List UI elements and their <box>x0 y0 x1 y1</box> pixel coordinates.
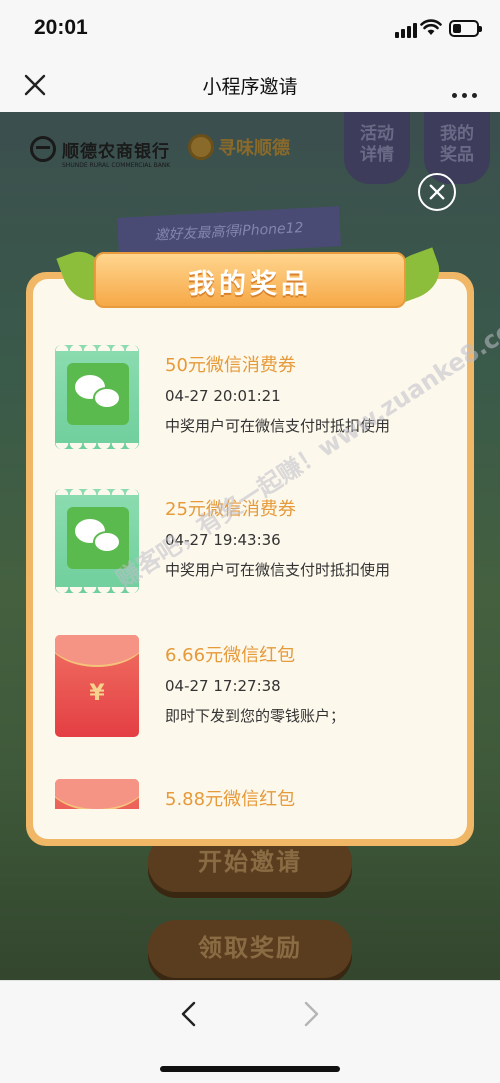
modal-header: 我的奖品 <box>56 244 447 310</box>
prize-item: 50元微信消费券 04-27 20:01:21 中奖用户可在微信支付时抵扣使用 <box>55 341 455 457</box>
wifi-icon <box>420 19 442 35</box>
modal-title: 我的奖品 <box>188 269 312 300</box>
forward-icon[interactable] <box>296 999 326 1029</box>
wechat-coupon-icon <box>55 341 139 449</box>
page-title: 小程序邀请 <box>202 76 298 98</box>
prize-time: 04-27 19:43:36 <box>165 531 281 549</box>
prize-item: ¥ 6.66元微信红包 04-27 17:27:38 即时下发到您的零钱账户； <box>55 635 455 747</box>
wechat-icon <box>67 363 129 425</box>
prizes-modal-body: 50元微信消费券 04-27 20:01:21 中奖用户可在微信支付时抵扣使用 … <box>33 279 467 839</box>
wechat-coupon-icon <box>55 485 139 593</box>
prize-name: 50元微信消费券 <box>165 355 296 376</box>
prize-item: 5.88元微信红包 <box>55 779 455 809</box>
red-packet-icon: ¥ <box>55 635 139 737</box>
prize-name: 6.66元微信红包 <box>165 645 296 666</box>
cellular-signal-icon <box>395 22 417 38</box>
prize-time: 04-27 17:27:38 <box>165 677 281 695</box>
prize-list: 50元微信消费券 04-27 20:01:21 中奖用户可在微信支付时抵扣使用 … <box>33 339 467 809</box>
prize-desc: 中奖用户可在微信支付时抵扣使用 <box>165 561 391 579</box>
status-bar: 20:01 <box>0 0 500 58</box>
modal-close-icon[interactable] <box>418 173 456 211</box>
more-options-icon[interactable] <box>452 83 482 98</box>
prize-desc: 中奖用户可在微信支付时抵扣使用 <box>165 417 391 435</box>
prize-item: 25元微信消费券 04-27 19:43:36 中奖用户可在微信支付时抵扣使用 <box>55 485 455 601</box>
activity-details-label: 活动详情 <box>360 124 394 165</box>
bank-name-en: SHUNDE RURAL COMMERCIAL BANK <box>62 162 171 169</box>
activity-details-button[interactable]: 活动详情 <box>344 112 410 184</box>
partner-name: 寻味顺德 <box>218 138 290 159</box>
bank-name: 顺德农商银行 <box>62 141 170 162</box>
my-prizes-label: 我的奖品 <box>440 124 474 165</box>
partner-logo-icon <box>188 134 214 160</box>
back-icon[interactable] <box>174 999 204 1029</box>
yen-icon: ¥ <box>89 681 105 706</box>
prize-desc: 即时下发到您的零钱账户； <box>165 707 346 725</box>
battery-icon <box>449 20 482 37</box>
home-indicator <box>160 1066 340 1072</box>
red-packet-icon <box>55 779 139 809</box>
bank-logo-icon <box>30 136 56 162</box>
prize-name: 5.88元微信红包 <box>165 789 296 809</box>
prize-time: 04-27 20:01:21 <box>165 387 281 405</box>
nav-bar: 小程序邀请 <box>0 58 500 112</box>
partner-logo: 寻味顺德 <box>188 134 290 160</box>
wechat-icon <box>67 507 129 569</box>
claim-reward-button[interactable]: 领取奖励 <box>148 920 352 978</box>
status-time: 20:01 <box>34 16 88 39</box>
prizes-modal: 50元微信消费券 04-27 20:01:21 中奖用户可在微信支付时抵扣使用 … <box>26 272 474 846</box>
invite-banner: 邀好友最高得iPhone12 <box>117 206 341 258</box>
prize-name: 25元微信消费券 <box>165 499 296 520</box>
bank-logo: 顺德农商银行 <box>30 134 170 164</box>
